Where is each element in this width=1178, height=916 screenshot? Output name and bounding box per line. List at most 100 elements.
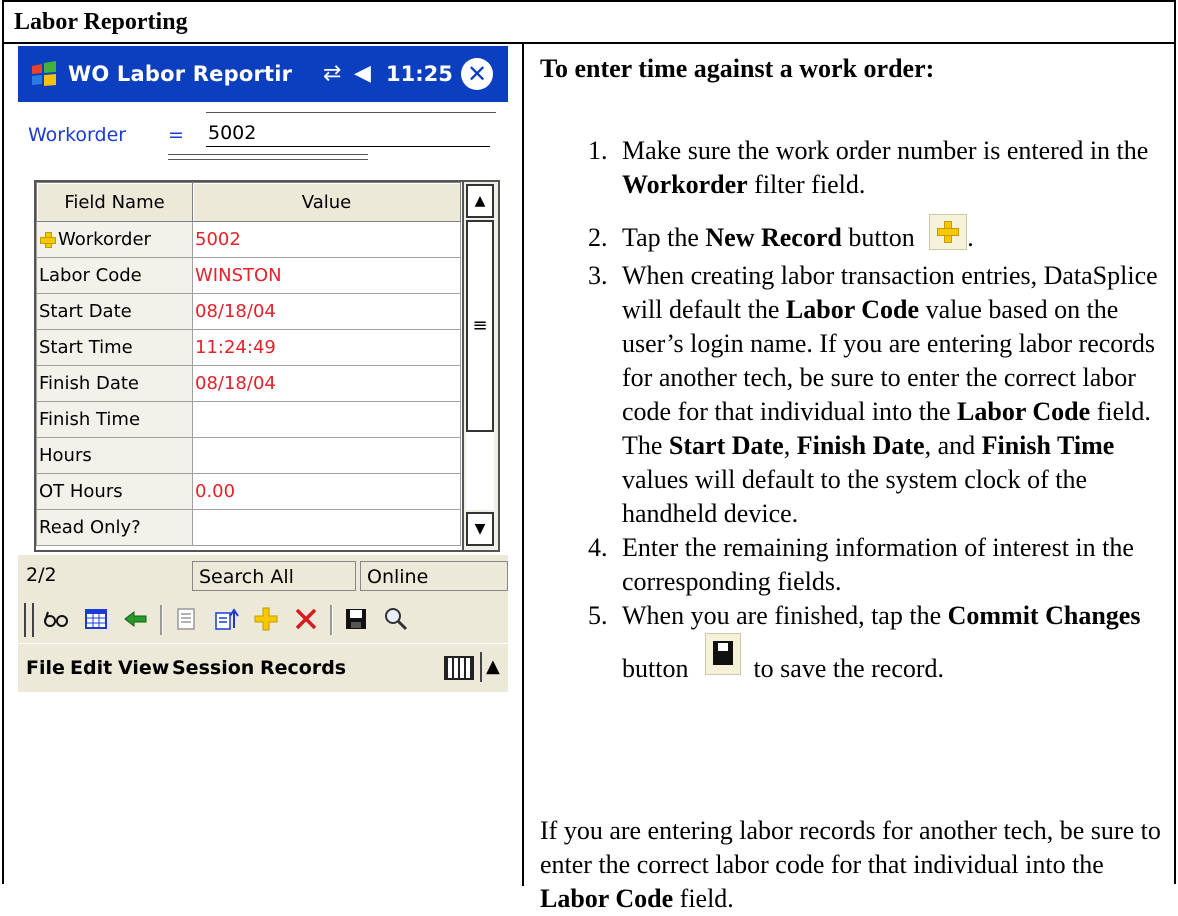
close-icon[interactable]: ✕ (461, 58, 493, 90)
field-name-cell: Finish Time (36, 401, 193, 438)
step-bold-text: New Record (705, 223, 842, 252)
table-row[interactable]: Read Only? (36, 509, 461, 546)
table-row[interactable]: Finish Date 08/18/04 (36, 365, 461, 402)
table-row[interactable]: Hours (36, 437, 461, 474)
steps-list: Make sure the work order number is enter… (540, 134, 1168, 686)
scroll-thumb[interactable]: ≡ (466, 220, 494, 432)
input-panel-arrow-icon[interactable]: ▲ (480, 652, 500, 682)
value-cell[interactable] (192, 437, 461, 474)
menu-edit[interactable]: Edit (70, 644, 112, 692)
windows-logo-icon[interactable] (28, 58, 60, 90)
workorder-filter-input[interactable] (206, 120, 490, 147)
search-all-button[interactable]: Search All (192, 561, 356, 591)
step-text: When you are finished, tap the (622, 601, 948, 630)
scroll-up-icon[interactable]: ▲ (466, 184, 494, 218)
value-cell[interactable]: WINSTON (192, 257, 461, 294)
field-name-cell: OT Hours (36, 473, 193, 510)
list-item: Enter the remaining information of inter… (614, 531, 1168, 599)
list-item: When you are finished, tap the Commit Ch… (614, 599, 1168, 686)
record-count: 2/2 (26, 564, 57, 586)
field-name-cell: Finish Date (36, 365, 193, 402)
step-text: to save the record. (746, 654, 945, 683)
step-bold-text: Workorder (622, 170, 748, 199)
step-bold-text: Labor Code (785, 295, 920, 324)
filter-label: Workorder (28, 124, 127, 146)
upload-icon[interactable] (210, 604, 242, 636)
field-name-cell: Workorder (36, 221, 193, 258)
online-status[interactable]: Online (360, 561, 508, 591)
status-bar: 2/2 Search All Online (18, 555, 508, 597)
column-header-field-name[interactable]: Field Name (36, 182, 193, 222)
filter-input-border (206, 112, 496, 113)
save-icon[interactable] (340, 604, 372, 636)
step-bold-text: Labor Code (957, 397, 1091, 426)
field-name-cell: Read Only? (36, 509, 193, 546)
value-cell[interactable]: 08/18/04 (192, 365, 461, 402)
value-cell[interactable]: 5002 (192, 221, 461, 258)
delete-icon[interactable] (290, 604, 322, 636)
toolbar-separator (160, 605, 163, 635)
value-cell[interactable] (192, 509, 461, 546)
scroll-track[interactable] (466, 432, 494, 510)
toolbar-separator (330, 605, 333, 635)
column-header-value[interactable]: Value (192, 182, 461, 222)
step-bold-text: Commit Changes (947, 601, 1141, 630)
value-cell[interactable]: 0.00 (192, 473, 461, 510)
menu-file[interactable]: File (26, 644, 65, 692)
step-bold-text: Start Date (668, 431, 784, 460)
filter-row: Workorder = (18, 102, 508, 168)
step-text: filter field. (747, 170, 866, 199)
search-icon[interactable] (380, 604, 412, 636)
column-divider (522, 44, 524, 886)
field-value-table: Field Name Value Workorder 5002 Labor Co… (36, 182, 461, 546)
save-icon (704, 633, 741, 675)
value-cell[interactable]: 11:24:49 (192, 329, 461, 366)
value-cell[interactable] (192, 401, 461, 438)
table-row[interactable]: Labor Code WINSTON (36, 257, 461, 294)
step-text: button (622, 654, 695, 683)
footer-text: If you are entering labor records for an… (540, 816, 1161, 879)
menu-session[interactable]: Session (172, 644, 254, 692)
keyboard-icon[interactable] (444, 656, 474, 680)
connectivity-icon[interactable]: ⇄ (323, 46, 341, 102)
field-name-label: Workorder (58, 229, 151, 250)
menu-bar: File Edit View Session Records ▲ (18, 643, 508, 692)
footer-text: field. (673, 884, 734, 913)
instructions-heading: To enter time against a work order: (540, 54, 935, 83)
scroll-down-icon[interactable]: ▼ (466, 512, 494, 546)
instructions-footer: If you are entering labor records for an… (540, 814, 1168, 916)
toolbar (18, 597, 508, 643)
document-table: Labor Reporting WO Labor Reportir ⇄ ◀ 11… (2, 0, 1176, 913)
clock-time[interactable]: 11:25 (386, 46, 453, 102)
field-name-cell: Start Time (36, 329, 193, 366)
field-name-cell: Start Date (36, 293, 193, 330)
menu-records[interactable]: Records (260, 644, 346, 692)
table-row[interactable]: Workorder 5002 (36, 221, 461, 258)
step-text: button (841, 223, 922, 252)
title-bar: WO Labor Reportir ⇄ ◀ 11:25 ✕ (18, 46, 508, 102)
calendar-icon[interactable] (80, 604, 112, 636)
new-record-marker-icon (39, 231, 56, 248)
glasses-icon[interactable] (40, 604, 72, 636)
value-cell[interactable]: 08/18/04 (192, 293, 461, 330)
speaker-icon[interactable]: ◀ (354, 46, 371, 102)
list-item: When creating labor transaction entries,… (614, 259, 1168, 531)
table-row[interactable]: Start Date 08/18/04 (36, 293, 461, 330)
record-grid: Field Name Value Workorder 5002 Labor Co… (34, 180, 500, 552)
table-row[interactable]: Start Time 11:24:49 (36, 329, 461, 366)
step-text: , and (924, 431, 982, 460)
list-icon[interactable] (170, 604, 202, 636)
back-arrow-icon[interactable] (120, 604, 152, 636)
step-text: values will default to the system clock … (622, 465, 1087, 528)
table-row[interactable]: OT Hours 0.00 (36, 473, 461, 510)
new-record-icon (929, 214, 968, 250)
list-item: Tap the New Record button . (614, 214, 1168, 255)
step-bold-text: Finish Date (796, 431, 925, 460)
new-record-icon[interactable] (250, 604, 282, 636)
table-header-row: Field Name Value (36, 182, 461, 222)
toolbar-grip[interactable] (24, 603, 34, 637)
filter-operator: = (168, 124, 184, 146)
table-row[interactable]: Finish Time (36, 401, 461, 438)
menu-view[interactable]: View (118, 644, 169, 692)
vertical-scrollbar[interactable]: ▲ ≡ ▼ (462, 182, 498, 550)
